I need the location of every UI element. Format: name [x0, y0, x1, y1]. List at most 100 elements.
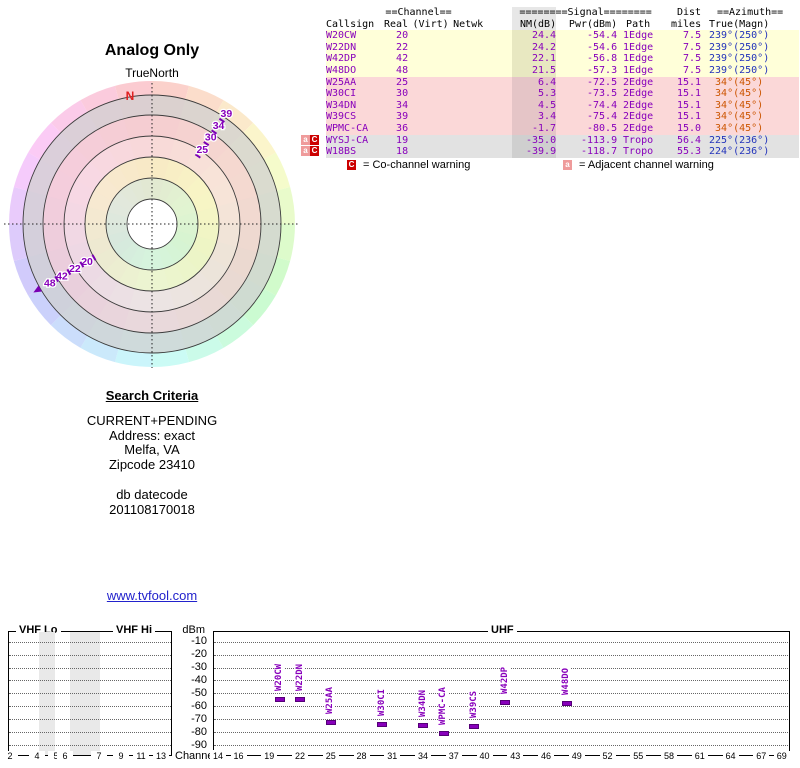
- signal-bar: [500, 700, 510, 705]
- cell-callsign: WYSJ-CA: [326, 135, 384, 147]
- signal-bar: [275, 697, 285, 702]
- channel-tick-label: 22: [292, 751, 308, 761]
- cell-real-channel: 39: [384, 111, 408, 123]
- channel-tick-label: 4: [29, 751, 45, 761]
- cell-distance-miles: 7.5: [659, 42, 701, 54]
- gridline: [214, 745, 788, 746]
- channel-tick-label: 9: [113, 751, 129, 761]
- cell-real-channel: 36: [384, 123, 408, 135]
- channel-tick-label: 58: [661, 751, 677, 761]
- cell-azimuth-magnetic: (250°): [733, 30, 799, 42]
- cell-virtual-channel: [408, 42, 453, 54]
- cell-network: [453, 42, 512, 54]
- header-azimuth-group: ==Azimuth==: [701, 7, 799, 19]
- cell-real-channel: 30: [384, 88, 408, 100]
- cell-azimuth-true: 224°: [701, 146, 733, 158]
- cell-azimuth-magnetic: (250°): [733, 65, 799, 77]
- table-row: aCWYSJ-CA19-35.0-113.9Tropo56.4225°(236°…: [301, 135, 799, 147]
- bar-callsign-label: W42DP: [500, 666, 510, 695]
- channel-tick-label: 34: [415, 751, 431, 761]
- adjacent-channel-badge: a: [301, 146, 310, 156]
- header-virt: (Virt): [408, 19, 453, 31]
- station-table: ==Channel==========Signal========Dist==A…: [301, 7, 799, 158]
- cell-azimuth-true: 239°: [701, 53, 733, 65]
- gridline: [9, 732, 171, 733]
- cell-callsign: W25AA: [326, 77, 384, 89]
- warning-badges: [301, 111, 326, 123]
- y-tick-label: -10: [169, 635, 207, 647]
- cell-azimuth-true: 34°: [701, 123, 733, 135]
- channel-tick-label: 19: [261, 751, 277, 761]
- header-real: Real: [384, 19, 408, 31]
- header-path: Path: [617, 19, 659, 31]
- warning-badges: [301, 88, 326, 100]
- cell-azimuth-magnetic: (236°): [733, 135, 799, 147]
- bar-callsign-label: W39CS: [469, 690, 479, 719]
- cell-azimuth-magnetic: (45°): [733, 88, 799, 100]
- vhf-hi-label: VHF Hi: [113, 624, 155, 636]
- cell-path: 2Edge: [617, 100, 659, 112]
- signal-bar: [469, 724, 479, 729]
- cell-azimuth-true: 239°: [701, 65, 733, 77]
- channel-tick-label: 11: [133, 751, 149, 761]
- cell-callsign: W22DN: [326, 42, 384, 54]
- tvfool-link[interactable]: www.tvfool.com: [107, 588, 197, 603]
- table-row: W20CW2024.4-54.41Edge7.5239°(250°): [301, 30, 799, 42]
- radar-channel-label: 22: [69, 263, 81, 275]
- cell-power-dbm: -54.4: [556, 30, 617, 42]
- bar-callsign-label: W30CI: [377, 688, 387, 717]
- cell-nm-db: 21.5: [512, 65, 556, 77]
- gridline: [9, 745, 171, 746]
- signal-bar: [418, 723, 428, 728]
- cell-callsign: W48DO: [326, 65, 384, 77]
- table-cell: [301, 19, 326, 31]
- channel-tick-label: 64: [723, 751, 739, 761]
- cell-distance-miles: 15.1: [659, 77, 701, 89]
- cell-azimuth-magnetic: (45°): [733, 123, 799, 135]
- channel-tick-label: 69: [774, 751, 790, 761]
- table-row: aCW18BS18-39.9-118.7Tropo55.3224°(236°): [301, 146, 799, 158]
- cell-power-dbm: -113.9: [556, 135, 617, 147]
- gridline: [9, 668, 171, 669]
- cell-real-channel: 25: [384, 77, 408, 89]
- channel-tick-label: 25: [323, 751, 339, 761]
- db-datecode: db datecode201108170018: [0, 488, 304, 517]
- channel-tick-label: 61: [692, 751, 708, 761]
- datecode-line: db datecode: [0, 488, 304, 503]
- signal-bar: [562, 701, 572, 706]
- cell-nm-db: 4.5: [512, 100, 556, 112]
- cell-azimuth-magnetic: (250°): [733, 53, 799, 65]
- cell-azimuth-true: 225°: [701, 135, 733, 147]
- criteria-line: Address: exact: [0, 429, 304, 444]
- cell-path: 1Edge: [617, 42, 659, 54]
- cell-distance-miles: 15.1: [659, 111, 701, 123]
- signal-bar: [295, 697, 305, 702]
- adjacent-channel-badge: a: [301, 135, 310, 145]
- uhf-label: UHF: [488, 624, 517, 636]
- tvfool-report-page: { "radar": { "title": "Analog Only", "no…: [0, 0, 800, 768]
- y-axis-unit-label: dBm: [169, 624, 205, 636]
- warning-badges: [301, 123, 326, 135]
- cell-nm-db: -35.0: [512, 135, 556, 147]
- cell-distance-miles: 7.5: [659, 65, 701, 77]
- co-channel-legend: C = Co-channel warning: [347, 159, 470, 171]
- channel-tick-label: 46: [538, 751, 554, 761]
- bar-callsign-label: W25AA: [325, 686, 335, 715]
- radar-channel-label: 48: [44, 278, 56, 290]
- table-cell: [301, 7, 326, 19]
- y-tick-label: -50: [169, 687, 207, 699]
- bar-callsign-label: W22DN: [295, 663, 305, 692]
- table-row: W25AA256.4-72.52Edge15.134°(45°): [301, 77, 799, 89]
- y-tick-label: -60: [169, 700, 207, 712]
- header-channel-group: ==Channel==: [384, 7, 453, 19]
- channel-tick-label: 31: [384, 751, 400, 761]
- warning-badges: [301, 53, 326, 65]
- cell-virtual-channel: [408, 53, 453, 65]
- header-miles: miles: [659, 19, 701, 31]
- y-tick-label: -30: [169, 661, 207, 673]
- y-tick-label: -80: [169, 726, 207, 738]
- datecode-line: 201108170018: [0, 503, 304, 518]
- gridline: [9, 642, 171, 643]
- cell-nm-db: 24.2: [512, 42, 556, 54]
- adjacent-channel-badge-icon: a: [563, 160, 572, 170]
